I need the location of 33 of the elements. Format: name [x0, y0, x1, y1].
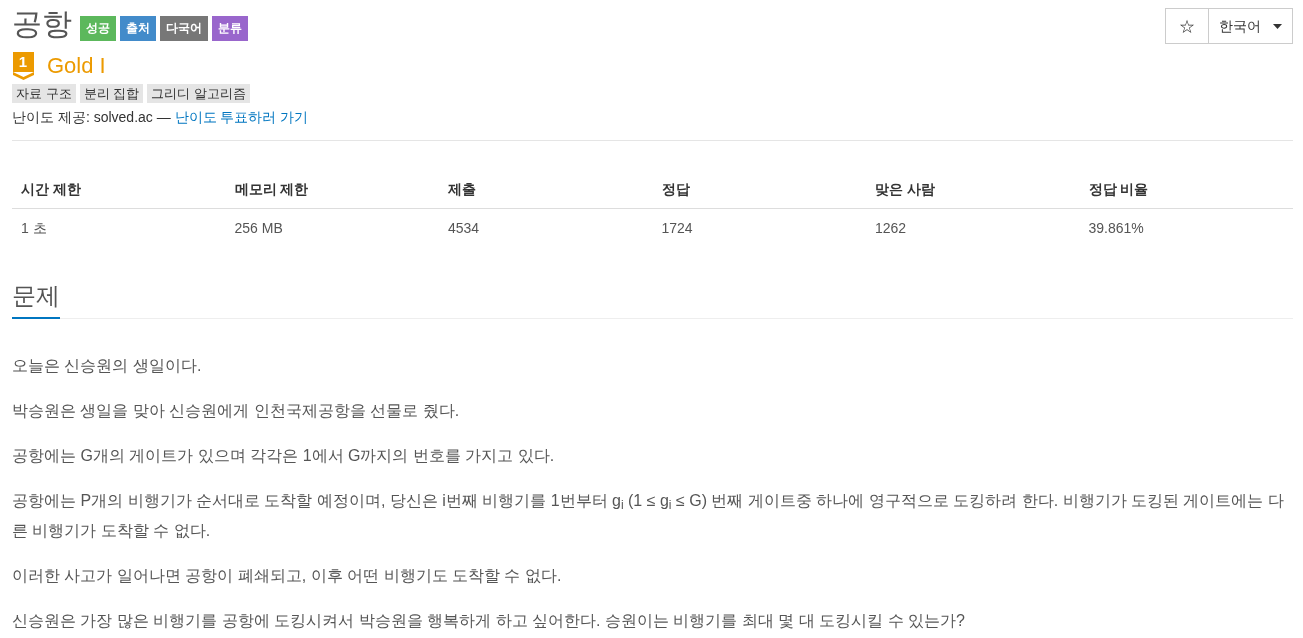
chevron-icon	[12, 72, 34, 80]
section-heading: 문제	[12, 278, 60, 319]
problem-label[interactable]: 다국어	[160, 15, 208, 41]
problem-label[interactable]: 출처	[120, 15, 156, 41]
problem-label[interactable]: 분류	[212, 15, 248, 41]
column-header: 맞은 사람	[866, 171, 1080, 209]
caret-icon	[1273, 23, 1282, 29]
algorithm-tag[interactable]: 분리 집합	[79, 84, 144, 103]
star-button[interactable]: ☆	[1165, 8, 1209, 44]
problem-paragraph: 신승원은 가장 많은 비행기를 공항에 도킹시켜서 박승원을 행복하게 하고 싶어한다. 승원이는 비행기를 최대 몇 대 도킹시킬 수 있는가?	[12, 610, 966, 631]
problem-title: 공항	[12, 6, 72, 42]
problem-paragraph: 공항에는 G개의 게이트가 있으며 각각은 1에서 G까지의 번호를 가지고 있다.	[12, 445, 556, 466]
table-cell: 1724	[652, 208, 866, 249]
algorithm-tag[interactable]: 자료 구조	[12, 84, 76, 103]
problem-paragraph: 공항에는 P개의 비행기가 순서대로 도착할 예정이며, 당신은 i번째 비행기를 1번부터 g$_{i}$ (1 ≤ g$_{i}$ ≤ G) 번째 게이트중 하나에 영구적으로 도킹하려 한다. 비행기가 도킹된 게이트에는 다른 비행기가 도착할 수 없다.	[12, 490, 1285, 541]
column-header: 시간 제한	[12, 171, 226, 209]
problem-paragraph: 오늘은 신승원의 생일이다.	[12, 355, 203, 376]
column-header: 정답	[652, 171, 866, 209]
column-header: 제출	[439, 171, 653, 209]
column-header: 메모리 제한	[225, 171, 439, 209]
table-cell: 39.861%	[1079, 208, 1293, 249]
algorithm-tag[interactable]: 그리디 알고리즘	[147, 84, 250, 103]
column-header: 정답 비율	[1079, 171, 1293, 209]
problem-paragraph: 이러한 사고가 일어나면 공항이 폐쇄되고, 이후 어떤 비행기도 도착할 수 없다.	[12, 565, 563, 586]
tier-name: Gold I	[47, 52, 106, 80]
difficulty-source-text: 난이도 제공: solved.ac — 난이도 투표하러 가기	[12, 108, 310, 127]
language-dropdown[interactable]: 한국어	[1208, 8, 1293, 44]
vote-link[interactable]: 난이도 투표하러 가기	[174, 109, 309, 125]
problem-paragraph: 박승원은 생일을 맞아 신승원에게 인천국제공항을 선물로 줬다.	[12, 400, 461, 421]
table-cell: 1262	[866, 208, 1080, 249]
table-cell: 1 초	[12, 208, 226, 249]
table-cell: 256 MB	[225, 208, 439, 249]
table-cell: 4534	[439, 208, 653, 249]
